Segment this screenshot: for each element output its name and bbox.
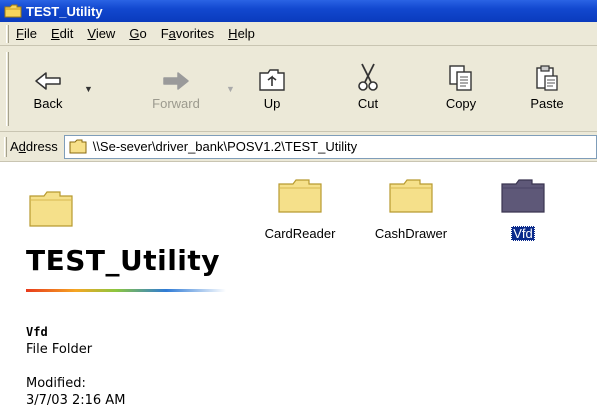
large-folder-icon bbox=[28, 188, 74, 231]
paste-icon bbox=[520, 50, 574, 92]
menu-item-file[interactable]: File bbox=[16, 26, 37, 41]
up-button[interactable]: Up bbox=[250, 50, 294, 128]
web-view-panel: TEST_Utility Vfd File Folder Modified: 3… bbox=[0, 162, 240, 416]
folder-icon bbox=[69, 139, 87, 154]
folder-icon bbox=[4, 4, 22, 18]
cut-label: Cut bbox=[357, 96, 379, 111]
folder-icon bbox=[366, 176, 456, 214]
selected-item-name: Vfd bbox=[26, 325, 48, 339]
menu-grip[interactable] bbox=[6, 25, 9, 43]
rainbow-divider bbox=[26, 289, 226, 292]
address-value: \\Se-sever\driver_bank\POSV1.2\TEST_Util… bbox=[92, 139, 358, 154]
cut-button[interactable]: Cut bbox=[346, 50, 390, 128]
menu-item-view[interactable]: View bbox=[87, 26, 115, 41]
modified-value: 3/7/03 2:16 AM bbox=[26, 393, 126, 408]
folder-name: Vfd bbox=[511, 226, 535, 241]
forward-button[interactable]: Forward bbox=[140, 50, 212, 128]
up-label: Up bbox=[263, 96, 281, 111]
folder-name: CashDrawer bbox=[374, 226, 448, 241]
copy-button[interactable]: Copy bbox=[436, 50, 486, 128]
address-bar: Address \\Se-sever\driver_bank\POSV1.2\T… bbox=[0, 132, 597, 162]
content-area: TEST_Utility Vfd File Folder Modified: 3… bbox=[0, 162, 597, 416]
selected-item-type: File Folder bbox=[26, 342, 93, 357]
back-dropdown-arrow-icon[interactable]: ▼ bbox=[84, 84, 93, 94]
back-label: Back bbox=[33, 96, 63, 111]
folder-item-vfd[interactable]: Vfd bbox=[478, 176, 568, 241]
menu-item-help[interactable]: Help bbox=[228, 26, 255, 41]
up-folder-icon bbox=[250, 50, 294, 92]
scissors-icon bbox=[346, 50, 390, 92]
folder-item-cashdrawer[interactable]: CashDrawer bbox=[366, 176, 456, 241]
toolbar: Back ▼ Forward ▼ Up Cut Copy Paste bbox=[0, 46, 597, 132]
toolbar-grip[interactable] bbox=[6, 52, 9, 126]
menu-bar: File Edit View Go Favorites Help bbox=[0, 22, 597, 46]
modified-label: Modified: bbox=[26, 376, 86, 391]
forward-arrow-icon bbox=[140, 50, 212, 92]
address-input[interactable]: \\Se-sever\driver_bank\POSV1.2\TEST_Util… bbox=[63, 134, 597, 159]
copy-icon bbox=[436, 50, 486, 92]
folder-title: TEST_Utility bbox=[26, 244, 221, 277]
window-title: TEST_Utility bbox=[26, 3, 103, 19]
title-bar[interactable]: TEST_Utility bbox=[0, 0, 597, 22]
address-label: Address bbox=[10, 139, 58, 154]
paste-button[interactable]: Paste bbox=[520, 50, 574, 128]
folder-icon bbox=[478, 176, 568, 214]
menu-item-go[interactable]: Go bbox=[129, 26, 146, 41]
folder-icon bbox=[255, 176, 345, 214]
menu-item-favorites[interactable]: Favorites bbox=[161, 26, 214, 41]
menu-item-edit[interactable]: Edit bbox=[51, 26, 73, 41]
back-button[interactable]: Back bbox=[18, 50, 78, 128]
back-arrow-icon bbox=[18, 50, 78, 92]
address-grip[interactable] bbox=[4, 137, 7, 157]
forward-dropdown-arrow-icon[interactable]: ▼ bbox=[226, 84, 235, 94]
forward-label: Forward bbox=[152, 96, 200, 111]
folder-item-cardreader[interactable]: CardReader bbox=[255, 176, 345, 241]
folder-name: CardReader bbox=[264, 226, 336, 241]
paste-label: Paste bbox=[530, 96, 564, 111]
copy-label: Copy bbox=[445, 96, 477, 111]
